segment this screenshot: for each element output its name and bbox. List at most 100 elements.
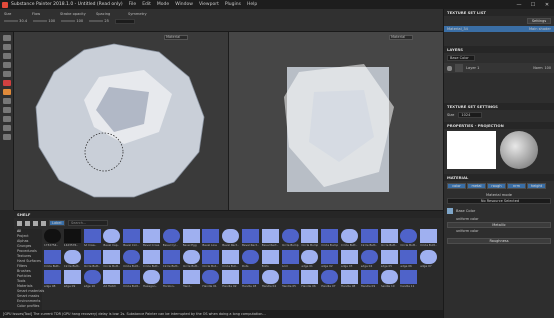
shelf-item[interactable]: Handle 06	[301, 270, 319, 288]
visibility-eye-icon[interactable]	[447, 65, 452, 71]
minimize-icon[interactable]: —	[512, 0, 526, 9]
menu-window[interactable]: Window	[175, 2, 193, 7]
close-icon[interactable]: ✕	[540, 0, 554, 9]
shelf-item[interactable]: edge 06	[400, 249, 418, 268]
flow-slider[interactable]: 100	[33, 19, 55, 24]
uv-map[interactable]	[229, 32, 444, 210]
roughness-slider[interactable]: Roughness	[447, 238, 551, 244]
channel-color-button[interactable]: color	[447, 183, 466, 189]
shelf-item[interactable]: Circle Butt..	[63, 249, 81, 268]
shelf-item[interactable]: Circle Butt..	[182, 249, 200, 268]
metallic-slider[interactable]: Metallic	[447, 222, 551, 228]
shelf-item[interactable]: edge 02	[321, 249, 339, 268]
shelf-item[interactable]: Circle Butt..	[123, 270, 141, 288]
shelf-item[interactable]: Circle Bump	[321, 229, 339, 247]
filter-icon[interactable]	[33, 220, 38, 226]
import-icon[interactable]	[25, 220, 30, 226]
shelf-item[interactable]: Bevel Cyl..	[162, 229, 180, 247]
folder-icon[interactable]	[17, 220, 22, 226]
render-icon[interactable]	[3, 125, 11, 131]
channel-nrm-button[interactable]: nrm	[507, 183, 526, 189]
projection-stencil-preview[interactable]	[447, 131, 496, 169]
menu-viewport[interactable]: Viewport	[199, 2, 219, 7]
eraser-icon[interactable]	[3, 44, 11, 50]
sphere-model[interactable]	[14, 32, 228, 210]
layer-blend-mode[interactable]: Norm	[533, 66, 542, 70]
shelf-item[interactable]: Horizon..	[162, 270, 180, 288]
shelf-item[interactable]: Ad Hatch	[103, 270, 121, 288]
paint-brush-icon[interactable]	[3, 35, 11, 41]
flow-value[interactable]: 100	[48, 19, 55, 23]
polygon-fill-icon[interactable]	[3, 62, 11, 68]
shelf-search-input[interactable]: Search...	[68, 220, 108, 226]
shelf-item[interactable]: Circle Butt..	[360, 229, 378, 247]
menu-help[interactable]: Help	[247, 2, 257, 7]
channel-height-button[interactable]: height	[527, 183, 546, 189]
material-sphere-preview[interactable]	[500, 131, 538, 169]
shelf-item[interactable]: Circle Butt..	[44, 249, 61, 268]
texture-size-select[interactable]: 1024	[458, 112, 483, 118]
size-slider[interactable]: 30.4	[4, 19, 27, 24]
shelf-item[interactable]: edge 04	[360, 249, 378, 268]
shelf-item[interactable]: Circle Butt..	[143, 249, 160, 268]
symmetry-toggle[interactable]	[114, 19, 135, 24]
settings-button[interactable]: Settings	[527, 18, 551, 24]
shelf-item[interactable]: Ad Crea..	[83, 229, 101, 247]
shelf-item[interactable]: edge 01	[301, 249, 319, 268]
shelf-item[interactable]: handle 10	[380, 270, 398, 288]
shelf-item[interactable]: Circle Bump	[301, 229, 319, 247]
shelf-item[interactable]: Circle But..	[222, 249, 240, 268]
stroke-opacity-value[interactable]: 100	[76, 19, 83, 23]
shelf-item[interactable]: Bevel Circ..	[123, 229, 141, 247]
shelf-item[interactable]: Bevel Egg	[182, 229, 200, 247]
shelf-item[interactable]: Circle Butt..	[123, 249, 141, 268]
shelf-item[interactable]: Dots	[242, 249, 259, 268]
shelf-item[interactable]: Circle But..	[202, 249, 220, 268]
bake-icon[interactable]	[3, 98, 11, 104]
shelf-item[interactable]: Circle Butt..	[341, 229, 358, 247]
size-value[interactable]: 30.4	[19, 19, 27, 23]
shelf-item[interactable]: Circle Bump	[281, 229, 299, 247]
layer-channel-select[interactable]: Base Color	[447, 55, 475, 61]
shelf-item[interactable]: Handle 02	[222, 270, 240, 288]
layer-name[interactable]: Layer 1	[466, 66, 479, 70]
shelf-item[interactable]: Grid	[281, 249, 299, 268]
shelf-item[interactable]: Handle 07	[321, 270, 339, 288]
texture-set-shader[interactable]: Main shader	[529, 27, 551, 31]
color-picker-icon[interactable]	[3, 89, 11, 95]
shelf-item[interactable]: Handle 05	[281, 270, 299, 288]
shelf-item[interactable]: edge 10	[83, 270, 101, 288]
shelf-item[interactable]: Handle 01	[202, 270, 220, 288]
shelf-item[interactable]: handle 11	[400, 270, 418, 288]
spacing-value[interactable]: 25	[104, 19, 109, 23]
settings-icon[interactable]	[3, 134, 11, 140]
shelf-item[interactable]: Circle Butt..	[380, 229, 398, 247]
shelf-item[interactable]: Circle Butt..	[83, 249, 101, 268]
shelf-item[interactable]: Handle 09	[360, 270, 378, 288]
base-color-swatch[interactable]	[447, 208, 453, 214]
menu-plugins[interactable]: Plugins	[225, 2, 241, 7]
maximize-icon[interactable]: ☐	[526, 0, 540, 9]
shelf-item[interactable]: Hand..	[182, 270, 200, 288]
shelf-item[interactable]: Circle Butt..	[400, 229, 418, 247]
shelf-item[interactable]: 1732754..	[44, 229, 61, 247]
viewport-3d[interactable]: Material	[14, 32, 228, 210]
channel-metal-button[interactable]: metal	[467, 183, 486, 189]
shelf-item[interactable]: Bevel Line	[202, 229, 220, 247]
shelf-item[interactable]: Circle Butt..	[420, 229, 438, 247]
shelf-item[interactable]: 1423576..	[63, 229, 81, 247]
material-resource-field[interactable]: No Resource Selected	[447, 198, 551, 204]
smudge-icon[interactable]	[3, 71, 11, 77]
spacing-slider[interactable]: 25	[89, 19, 109, 24]
filter-chip[interactable]: Label	[49, 220, 65, 226]
layer-opacity[interactable]: 100	[545, 66, 551, 70]
shelf-item[interactable]: Handle 03	[242, 270, 259, 288]
shelf-item[interactable]: Bevel Cap..	[103, 229, 121, 247]
layer-row[interactable]: Layer 1 Norm 100	[444, 63, 554, 73]
shelf-item[interactable]: Circle Butt..	[103, 249, 121, 268]
menu-file[interactable]: File	[129, 2, 137, 7]
shelf-item[interactable]: Bolts	[261, 249, 279, 268]
shelf-item[interactable]: Bevel Rect..	[261, 229, 279, 247]
shelf-item[interactable]: Handle 04	[261, 270, 279, 288]
shelf-item[interactable]: edge 08	[44, 270, 61, 288]
